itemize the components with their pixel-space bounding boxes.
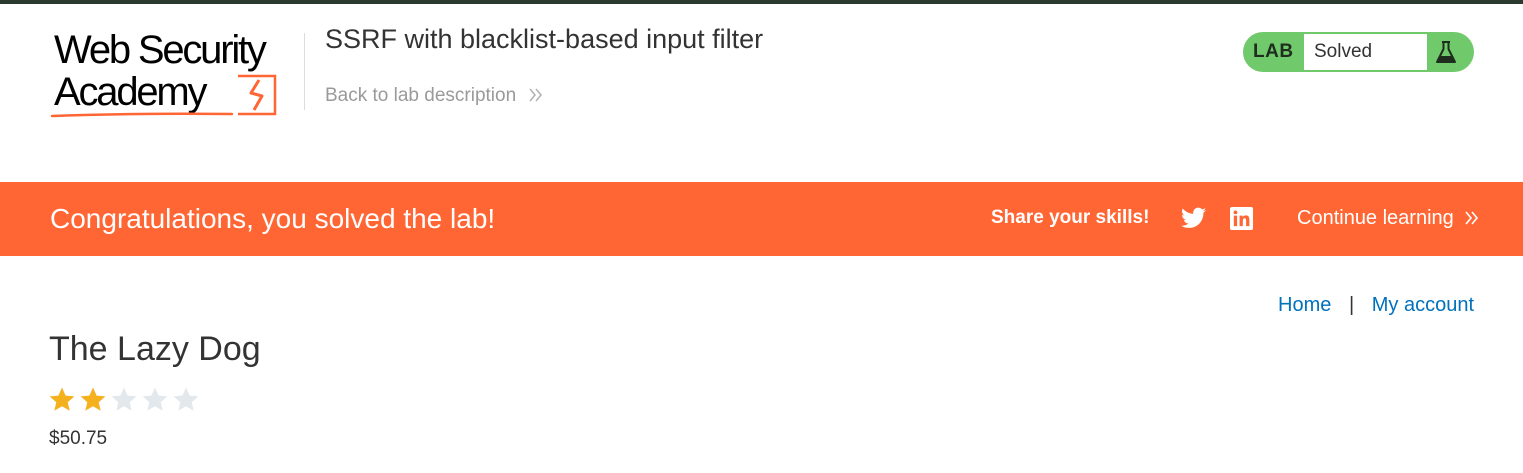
lab-status-label: LAB [1253, 41, 1294, 62]
linkedin-icon[interactable] [1230, 207, 1253, 230]
my-account-link[interactable]: My account [1372, 294, 1474, 316]
top-nav: Home | My account [1278, 294, 1474, 317]
home-link[interactable]: Home [1278, 294, 1331, 316]
top-border [0, 0, 1523, 4]
star-filled-icon [49, 387, 75, 411]
product-price: $50.75 [49, 428, 108, 449]
twitter-icon[interactable] [1181, 207, 1206, 229]
lab-title: SSRF with blacklist-based input filter [325, 24, 764, 54]
web-security-academy-logo[interactable]: Web Security Academy [50, 30, 302, 122]
continue-learning-link[interactable]: Continue learning [1297, 207, 1479, 230]
share-skills-label: Share your skills! [991, 207, 1150, 228]
star-empty-icon [111, 387, 137, 411]
flask-icon [1436, 41, 1456, 63]
nav-separator: | [1348, 294, 1355, 316]
back-to-lab-description-link[interactable]: Back to lab description [325, 85, 543, 107]
double-chevron-right-icon [1465, 207, 1479, 229]
continue-learning-label: Continue learning [1297, 207, 1454, 229]
back-link-label: Back to lab description [325, 85, 517, 106]
star-empty-icon [142, 387, 168, 411]
lab-status-widget: LAB Solved [1243, 32, 1474, 72]
product-title: The Lazy Dog [49, 330, 261, 368]
star-empty-icon [173, 387, 199, 411]
solved-banner: Congratulations, you solved the lab! Sha… [0, 182, 1523, 256]
star-filled-icon [80, 387, 106, 411]
lab-status-value: Solved [1304, 34, 1427, 70]
header-divider [304, 33, 305, 110]
logo-mark [50, 74, 277, 118]
double-chevron-right-icon [529, 85, 543, 106]
congratulations-message: Congratulations, you solved the lab! [50, 203, 496, 234]
